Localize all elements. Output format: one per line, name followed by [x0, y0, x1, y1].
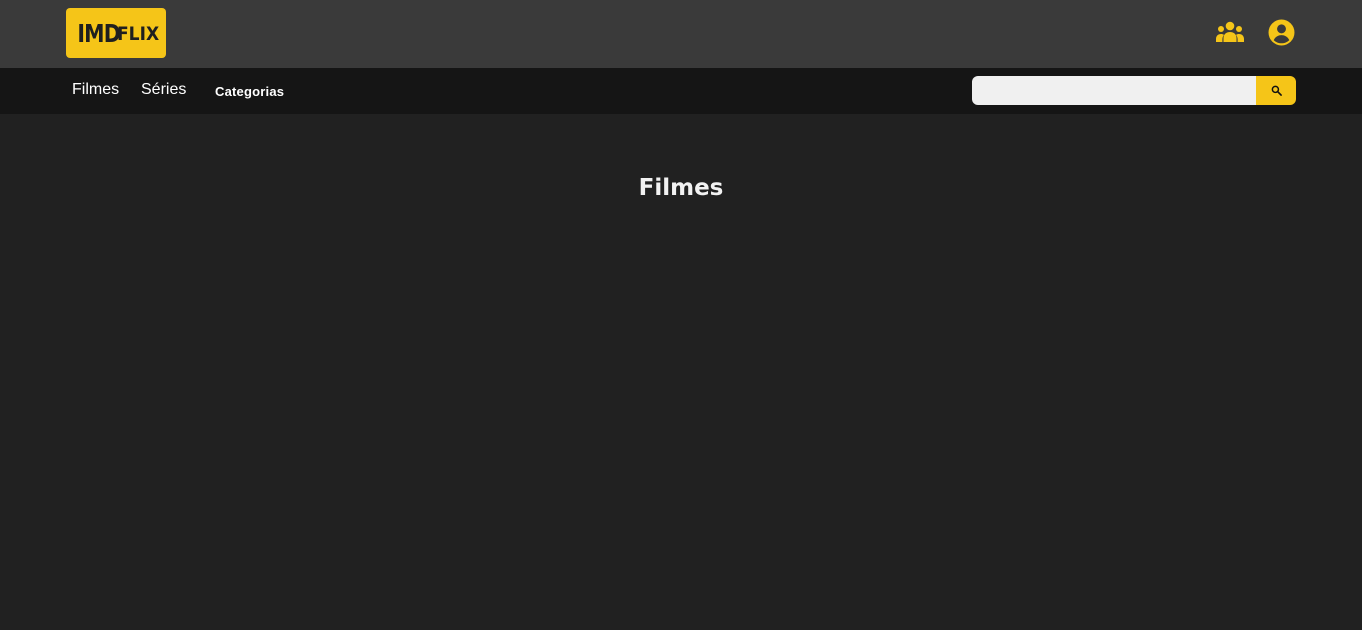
nav-item-series[interactable]: Séries: [141, 81, 186, 99]
account-circle-icon[interactable]: [1266, 17, 1296, 47]
search-input[interactable]: [972, 76, 1257, 105]
logo-text-flix: FLIX: [117, 23, 160, 45]
nav-item-filmes[interactable]: Filmes: [72, 81, 119, 99]
imdflix-logo[interactable]: IMD FLIX: [66, 8, 166, 58]
search-icon: [1271, 85, 1282, 96]
search-button[interactable]: [1256, 76, 1296, 105]
nav-item-categorias[interactable]: Categorias: [215, 84, 284, 99]
page-title: Filmes: [638, 175, 724, 201]
group-icon[interactable]: [1215, 17, 1245, 47]
top-header: IMD FLIX: [0, 0, 1362, 68]
logo-text-imd: IMD: [77, 18, 121, 48]
